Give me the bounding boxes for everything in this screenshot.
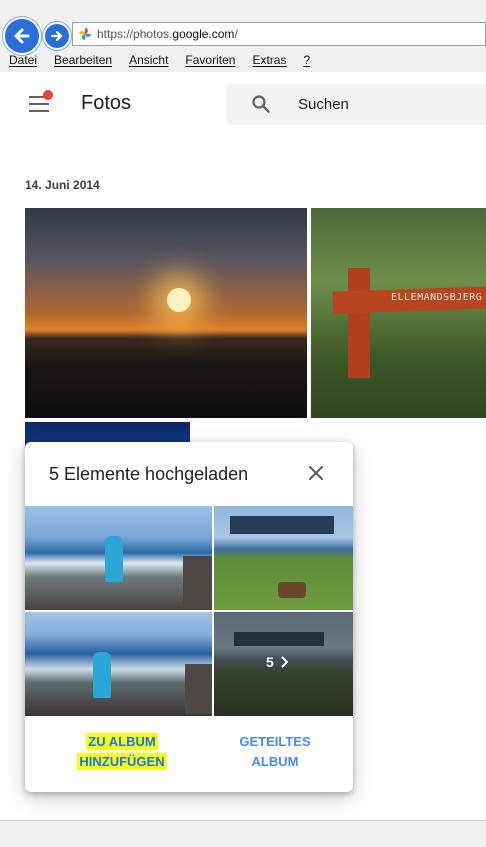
app-title[interactable]: Fotos [81,92,131,115]
thumbnail-beach-1[interactable] [25,506,212,610]
shared-album-button[interactable]: GETEILTES ALBUM [215,732,335,776]
search-bar[interactable]: Suchen [226,84,486,125]
rock [185,664,212,714]
search-icon[interactable] [251,94,271,114]
arrow-right-icon [50,30,63,42]
menu-datei[interactable]: Datei [0,51,45,71]
add-to-album-button[interactable]: ZU ALBUM HINZUFÜGEN [47,732,197,776]
menu-bar: Datei Bearbeiten Ansicht Favoriten Extra… [0,51,486,71]
menu-favoriten[interactable]: Favoriten [176,51,243,71]
google-photos-icon [79,28,91,40]
chevron-right-icon [281,656,288,668]
thumbnail-ship-horse[interactable] [214,506,353,610]
arrow-left-icon [14,28,30,44]
rock [183,556,212,606]
shared-album-line2: ALBUM [251,754,299,769]
back-button[interactable] [3,17,41,55]
url-domain: google.com [172,27,235,41]
url-prefix: https://photos. [97,27,173,41]
url-text: https://photos.google.com/ [97,27,238,41]
url-suffix: / [234,27,238,41]
status-bar [0,820,486,847]
shared-album-line1: GETEILTES [239,734,311,749]
add-to-album-line1: ZU ALBUM [86,733,158,750]
browser-chrome: https://photos.google.com/ Datei Bearbei… [0,0,486,73]
address-bar[interactable]: https://photos.google.com/ [72,22,486,46]
photo-signpost[interactable]: ELLEMANDSBJERG [311,208,486,418]
photos-page: Fotos Suchen 14. Juni 2014 ELLEMANDSBJER… [0,72,486,820]
ship [230,516,334,534]
date-heading: 14. Juni 2014 [25,178,100,192]
sign-text: ELLEMANDSBJERG [391,292,483,303]
photo-sunset[interactable] [25,208,307,418]
sign-post [348,268,370,378]
menu-ansicht[interactable]: Ansicht [120,51,176,71]
forward-button[interactable] [43,22,71,50]
menu-extras[interactable]: Extras [243,51,294,71]
add-to-album-line2: HINZUFÜGEN [77,753,167,770]
horse [278,582,306,598]
close-icon[interactable] [305,462,327,484]
upload-dialog: 5 Elemente hochgeladen 5 ZU ALBUM HINZUF… [25,442,353,792]
menu-help[interactable]: ? [294,51,318,71]
thumbnail-beach-2[interactable] [25,612,212,716]
more-count[interactable]: 5 [266,654,288,670]
more-count-label: 5 [266,654,274,670]
person-figure [93,652,111,698]
dialog-title: 5 Elemente hochgeladen [49,464,249,484]
search-input[interactable]: Suchen [298,96,349,113]
person-figure [105,536,123,582]
notification-dot [43,90,53,100]
sun-glow [167,288,191,312]
thumbnail-more[interactable]: 5 [214,612,353,716]
menu-bearbeiten[interactable]: Bearbeiten [45,51,120,71]
